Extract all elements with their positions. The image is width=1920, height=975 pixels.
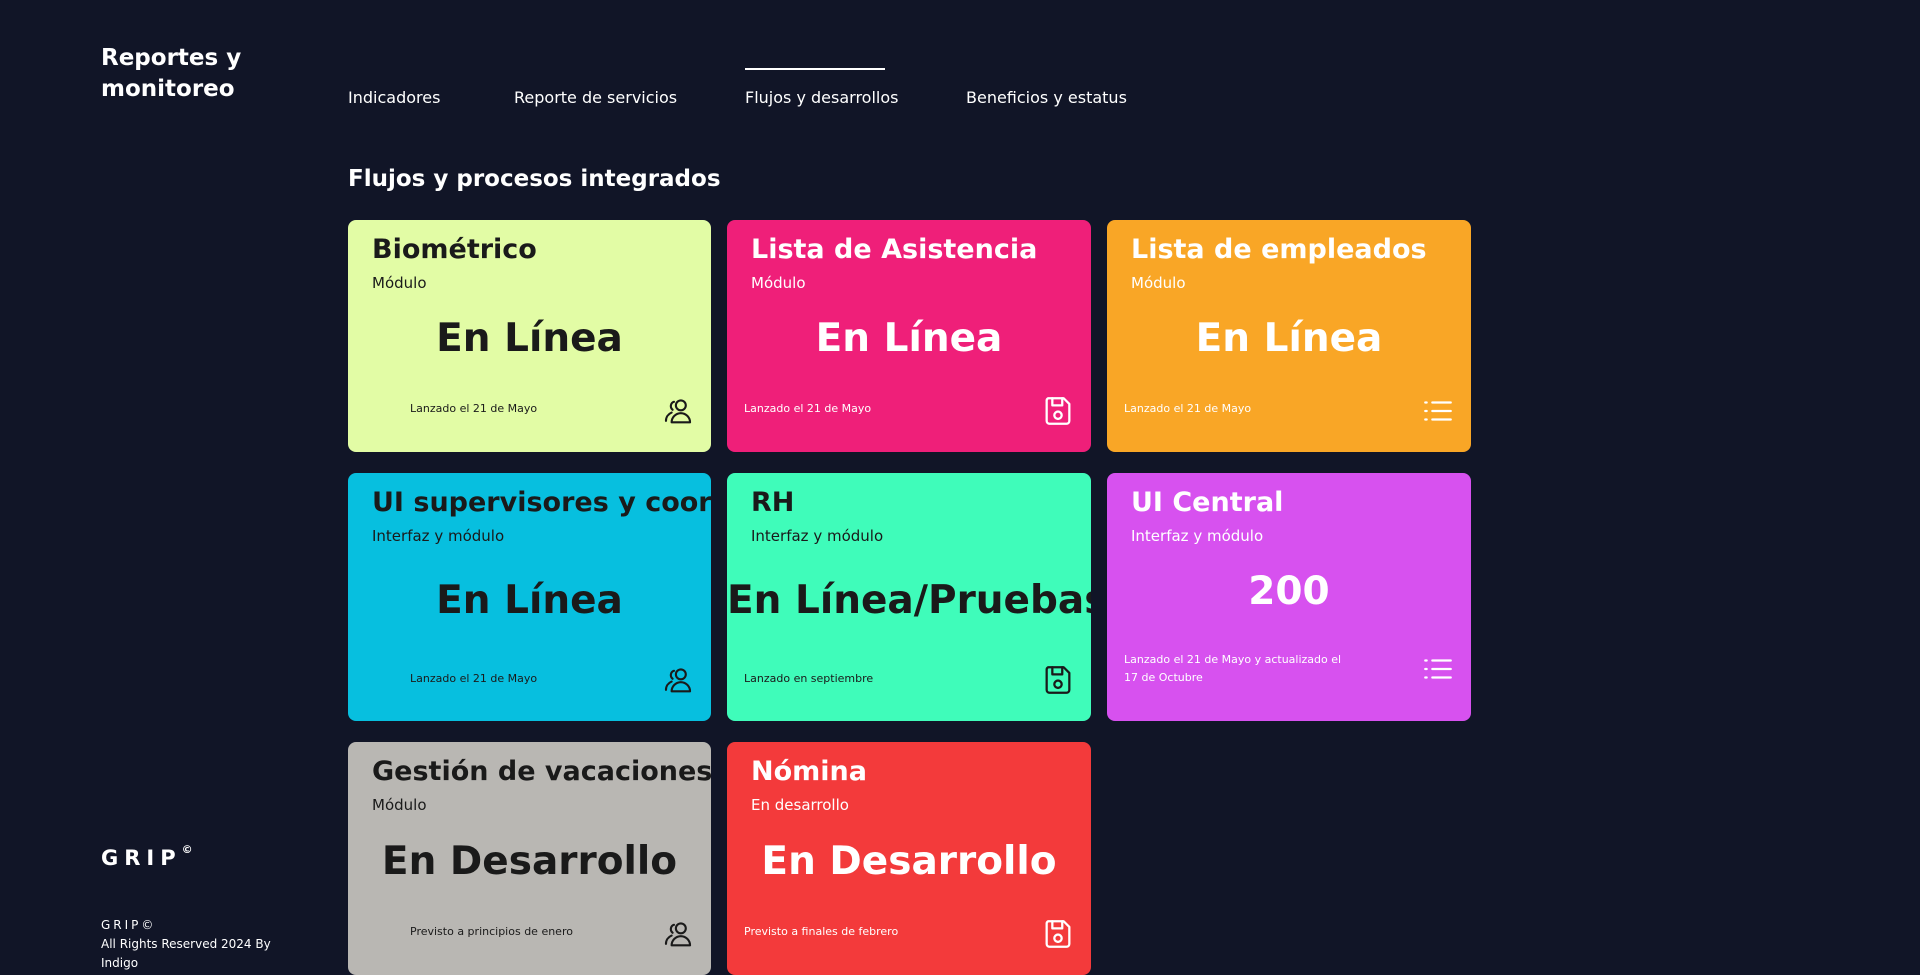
copyright-mark: GRIP© bbox=[101, 918, 157, 932]
card-footer: Previsto a finales de febrero bbox=[744, 925, 899, 938]
card-title: Gestión de vacaciones bbox=[372, 756, 711, 787]
card-lista-de-empleados[interactable]: Lista de empleados Módulo En Línea Lanza… bbox=[1107, 220, 1471, 452]
card-subtitle: Módulo bbox=[372, 796, 427, 814]
card-footer: Lanzado el 21 de Mayo bbox=[744, 402, 872, 415]
tab-flujos-y-desarrollos[interactable]: Flujos y desarrollos bbox=[745, 66, 898, 110]
users-icon[interactable] bbox=[661, 917, 695, 951]
tab-label: Indicadores bbox=[348, 88, 441, 107]
card-lista-de-asistencia[interactable]: Lista de Asistencia Módulo En Línea Lanz… bbox=[727, 220, 1091, 452]
card-status: En Desarrollo bbox=[761, 839, 1057, 884]
card-status: En Línea/Pruebas bbox=[727, 578, 1091, 623]
tab-label: Flujos y desarrollos bbox=[745, 88, 899, 107]
card-nomina[interactable]: Nómina En desarrollo En Desarrollo Previ… bbox=[727, 742, 1091, 975]
card-subtitle: Módulo bbox=[372, 274, 427, 292]
card-subtitle: En desarrollo bbox=[751, 796, 849, 814]
card-title: Biométrico bbox=[372, 234, 537, 265]
copyright-line: All Rights Reserved 2024 By Indigo bbox=[101, 937, 271, 970]
users-icon[interactable] bbox=[661, 394, 695, 428]
card-status: En Línea bbox=[436, 316, 623, 361]
card-title: RH bbox=[751, 487, 795, 518]
card-footer: Lanzado el 21 de Mayo bbox=[1124, 402, 1252, 415]
section-title: Flujos y procesos integrados bbox=[348, 166, 721, 192]
tab-label: Beneficios y estatus bbox=[966, 88, 1127, 107]
save-icon[interactable] bbox=[1041, 394, 1075, 428]
footer-logo: GRIP© bbox=[101, 843, 193, 870]
card-rh[interactable]: RH Interfaz y módulo En Línea/Pruebas La… bbox=[727, 473, 1091, 721]
card-subtitle: Interfaz y módulo bbox=[1131, 527, 1264, 545]
card-title: UI supervisores y coord bbox=[372, 487, 711, 518]
footer-logo-text: GRIP bbox=[101, 846, 182, 870]
card-subtitle: Módulo bbox=[1131, 274, 1186, 292]
card-status: En Línea bbox=[436, 578, 623, 623]
list-icon[interactable] bbox=[1421, 394, 1455, 428]
users-icon[interactable] bbox=[661, 663, 695, 697]
copyright: GRIP© All Rights Reserved 2024 By Indigo bbox=[101, 916, 281, 973]
card-gestion-de-vacaciones[interactable]: Gestión de vacaciones Módulo En Desarrol… bbox=[348, 742, 711, 975]
card-title: Nómina bbox=[751, 756, 867, 787]
card-footer: Lanzado el 21 de Mayo y actualizado el 1… bbox=[1124, 653, 1342, 684]
card-ui-supervisores[interactable]: UI supervisores y coord Interfaz y módul… bbox=[348, 473, 711, 721]
card-footer: Lanzado el 21 de Mayo bbox=[410, 672, 538, 685]
card-status: En Línea bbox=[815, 316, 1003, 361]
card-subtitle: Interfaz y módulo bbox=[751, 527, 884, 545]
list-icon[interactable] bbox=[1421, 652, 1455, 686]
card-title: Lista de empleados bbox=[1131, 234, 1427, 265]
card-status: En Línea bbox=[1195, 316, 1383, 361]
card-status: 200 bbox=[1248, 569, 1330, 614]
card-footer: Lanzado en septiembre bbox=[744, 672, 874, 685]
card-footer: Previsto a principios de enero bbox=[410, 925, 573, 938]
card-subtitle: Módulo bbox=[751, 274, 806, 292]
save-icon[interactable] bbox=[1041, 917, 1075, 951]
footer-logo-mark: © bbox=[181, 843, 193, 856]
card-status: En Desarrollo bbox=[381, 839, 678, 884]
card-ui-central[interactable]: UI Central Interfaz y módulo 200 Lanzado… bbox=[1107, 473, 1471, 721]
save-icon[interactable] bbox=[1041, 663, 1075, 697]
tab-label: Reporte de servicios bbox=[514, 88, 678, 107]
card-title: UI Central bbox=[1131, 487, 1284, 518]
card-title: Lista de Asistencia bbox=[751, 234, 1038, 265]
card-footer: Lanzado el 21 de Mayo bbox=[410, 402, 538, 415]
card-biometrico[interactable]: Biométrico Módulo En Línea Lanzado el 21… bbox=[348, 220, 711, 452]
card-subtitle: Interfaz y módulo bbox=[372, 527, 505, 545]
app-title: Reportes y monitoreo bbox=[101, 45, 242, 102]
